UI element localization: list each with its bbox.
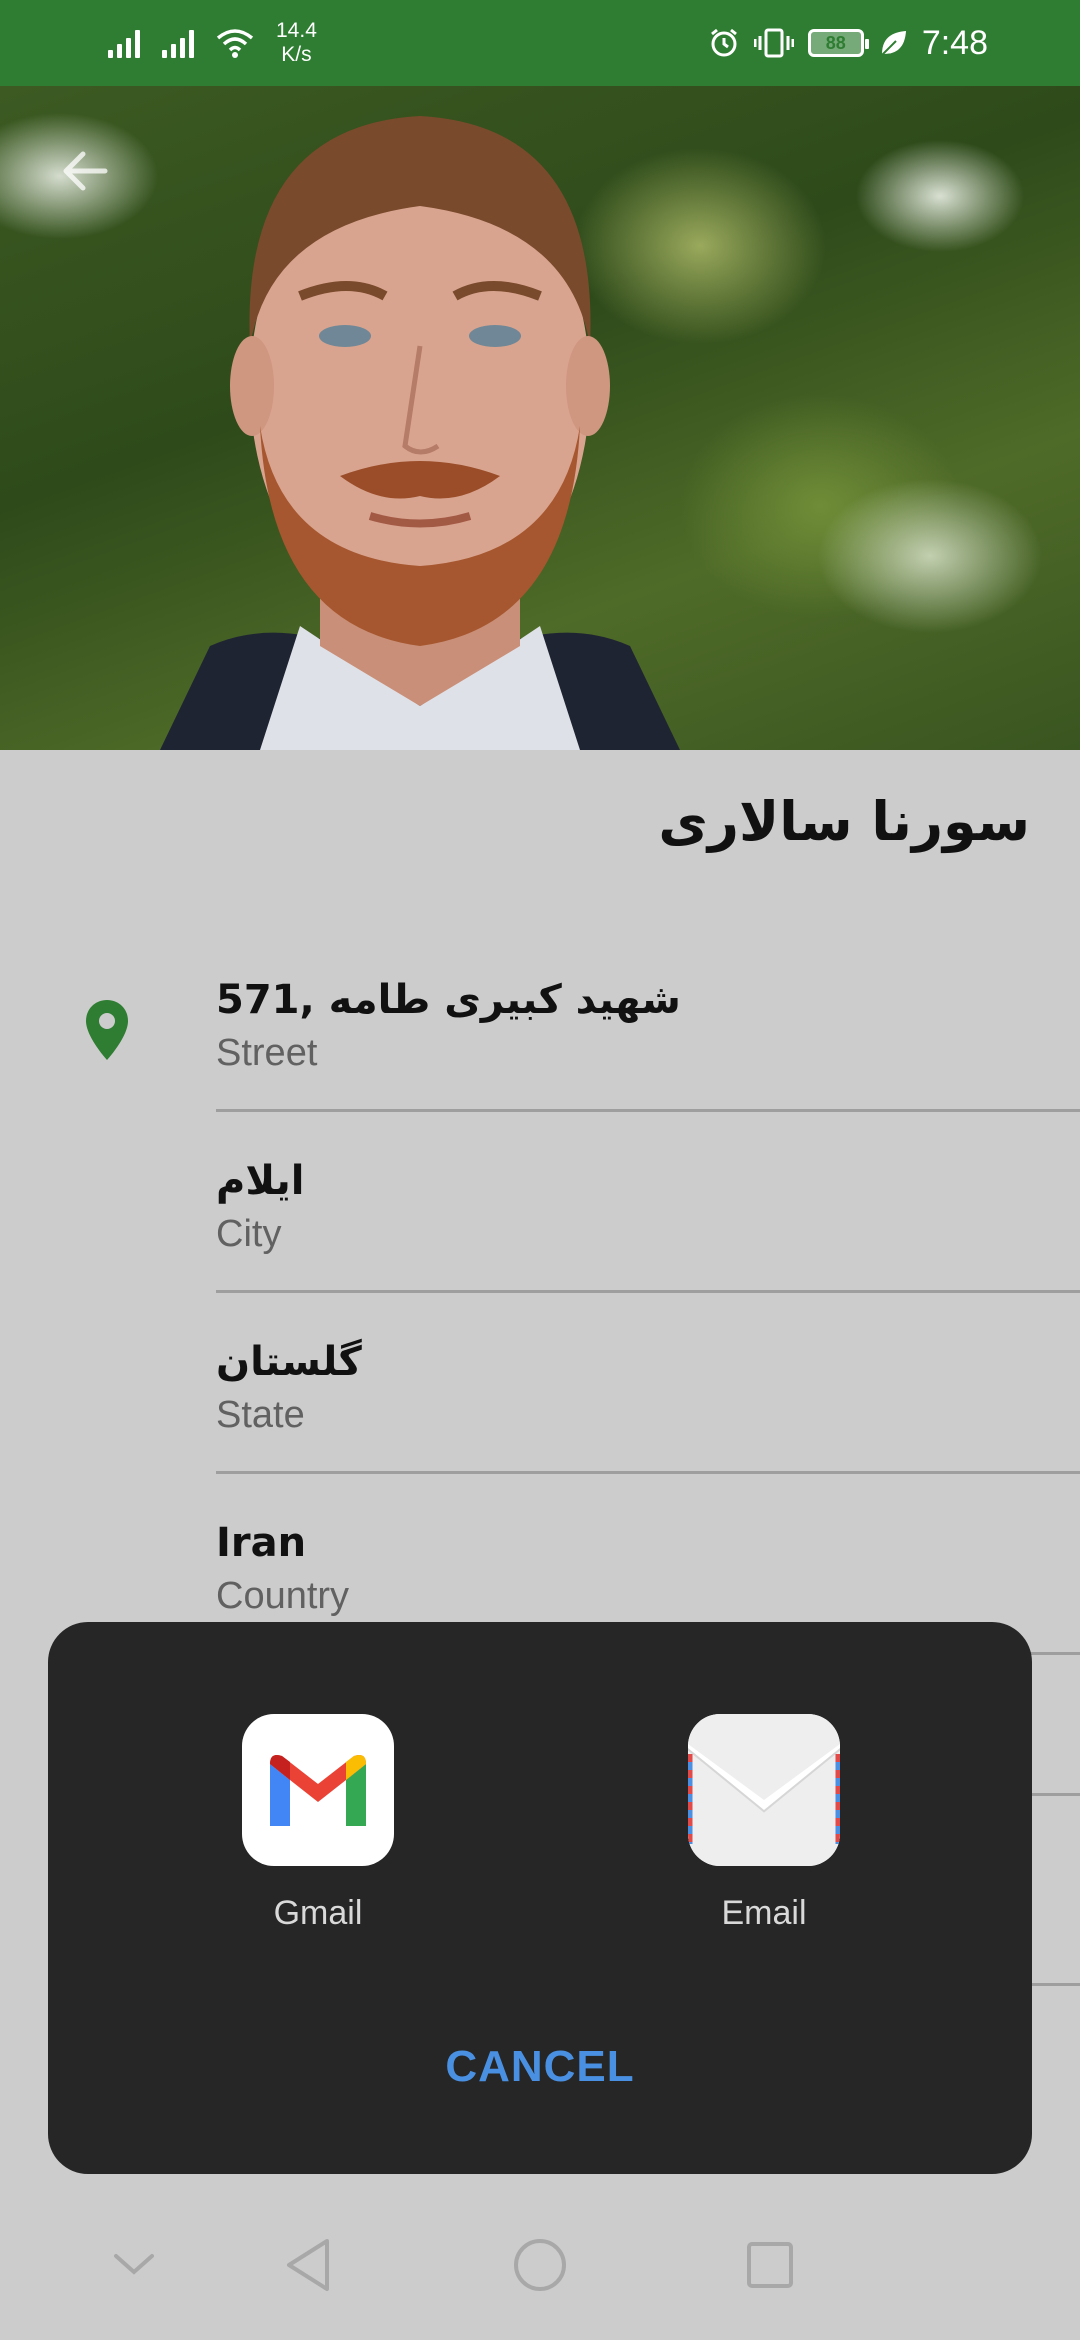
wifi-icon bbox=[216, 29, 254, 58]
cell-signal-1-icon bbox=[108, 28, 140, 58]
street-field[interactable]: 571, شهید کبیری طامه Street bbox=[216, 972, 1080, 1112]
net-speed-unit: K/s bbox=[281, 43, 312, 66]
country-value: Iran bbox=[216, 1520, 307, 1566]
email-label: Email bbox=[721, 1894, 807, 1932]
clock: 7:48 bbox=[921, 23, 988, 62]
vibrate-icon bbox=[753, 28, 794, 58]
battery-icon: 88 bbox=[807, 29, 869, 57]
contact-name: سورنا سالاری bbox=[658, 790, 1030, 853]
back-button[interactable] bbox=[50, 136, 120, 206]
nav-recents-button[interactable] bbox=[740, 2235, 800, 2295]
contact-photo bbox=[0, 86, 1080, 750]
city-value: ایلام bbox=[216, 1158, 305, 1204]
state-label: State bbox=[216, 1394, 305, 1436]
nav-back-button[interactable] bbox=[278, 2235, 338, 2295]
share-sheet: Gmail Email CANCEL bbox=[48, 1622, 1032, 2174]
nav-hide-button[interactable] bbox=[104, 2235, 164, 2295]
portrait-image bbox=[160, 116, 680, 750]
leaf-icon bbox=[881, 31, 906, 56]
battery-level: 88 bbox=[825, 32, 846, 53]
street-label: Street bbox=[216, 1032, 318, 1074]
city-label: City bbox=[216, 1213, 282, 1255]
country-label: Country bbox=[216, 1575, 350, 1617]
city-field[interactable]: ایلام City bbox=[216, 1153, 1080, 1293]
state-field[interactable]: گلستان State bbox=[216, 1334, 1080, 1474]
status-bar: 14.4 K/s 88 7:48 bbox=[0, 0, 1080, 86]
status-right: 88 7:48 bbox=[708, 18, 988, 68]
nav-home-button[interactable] bbox=[510, 2235, 570, 2295]
email-envelope-icon bbox=[688, 1714, 840, 1866]
net-speed: 14.4 K/s bbox=[276, 19, 317, 67]
status-left: 14.4 K/s bbox=[108, 18, 317, 68]
chevron-down-icon bbox=[114, 2254, 154, 2275]
street-value: 571, شهید کبیری طامه bbox=[216, 977, 681, 1023]
share-option-gmail[interactable]: Gmail bbox=[208, 1714, 428, 1933]
triangle-back-icon bbox=[287, 2239, 329, 2291]
location-pin-icon bbox=[86, 1000, 128, 1060]
cell-signal-2-icon bbox=[162, 28, 194, 58]
system-nav-bar bbox=[0, 2190, 1080, 2340]
gmail-icon bbox=[242, 1714, 394, 1866]
net-speed-value: 14.4 bbox=[276, 19, 317, 42]
square-recents-icon bbox=[747, 2242, 793, 2288]
state-value: گلستان bbox=[216, 1339, 362, 1385]
cancel-button[interactable]: CANCEL bbox=[48, 2042, 1032, 2092]
alarm-icon bbox=[710, 28, 737, 57]
circle-home-icon bbox=[514, 2239, 566, 2291]
share-option-email[interactable]: Email bbox=[654, 1714, 874, 1933]
gmail-label: Gmail bbox=[273, 1894, 363, 1932]
arrow-back-icon bbox=[63, 151, 108, 191]
